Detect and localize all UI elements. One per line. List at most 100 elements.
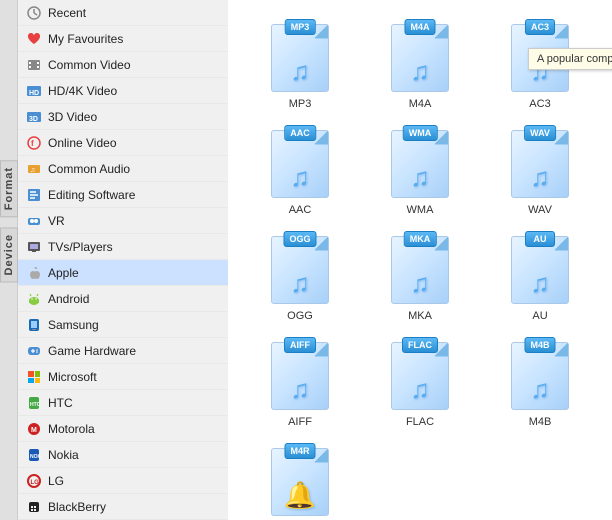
format-note-wma: ♫ [410,162,430,193]
format-badge-m4a: M4A [404,19,435,35]
game-hardware-icon [26,343,42,359]
format-label-aiff: AIFF [288,416,312,428]
svg-text:3D: 3D [29,116,38,123]
my-favourites-icon [26,31,42,47]
format-note-au: ♫ [530,268,550,299]
sidebar-item-label-common-audio: Common Audio [48,162,130,176]
htc-icon: HTC [26,395,42,411]
format-icon-mp3: MP3 ♫ [265,20,335,95]
svg-text:f: f [31,139,34,148]
left-tabs: Format Device [0,0,18,520]
sidebar-item-tvs-players[interactable]: TVs/Players [18,234,228,260]
format-label-wav: WAV [528,204,552,216]
sidebar-item-nokia[interactable]: NOK Nokia [18,442,228,468]
sidebar-item-common-video[interactable]: Common Video [18,52,228,78]
sidebar-item-apple[interactable]: Apple [18,260,228,286]
sidebar-item-hd-4k-video[interactable]: HD HD/4K Video [18,78,228,104]
format-item-m4a[interactable]: M4A ♫ M4A [362,14,478,116]
format-badge-m4b: M4B [524,337,555,353]
sidebar-item-label-my-favourites: My Favourites [48,32,123,46]
sidebar-item-label-hd-4k-video: HD/4K Video [48,84,117,98]
nokia-icon: NOK [26,447,42,463]
format-icon-wav: WAV ♫ [505,126,575,201]
format-item-wma[interactable]: WMA ♫ WMA [362,120,478,222]
sidebar-item-3d-video[interactable]: 3D3D Video [18,104,228,130]
device-tab[interactable]: Device [0,227,18,282]
format-label-flac: FLAC [406,416,434,428]
sidebar-item-htc[interactable]: HTC HTC [18,390,228,416]
sidebar-item-label-common-video: Common Video [48,58,131,72]
sidebar-item-lg[interactable]: LGLG [18,468,228,494]
sidebar-item-motorola[interactable]: MMotorola [18,416,228,442]
format-item-au[interactable]: AU ♫ AU [482,226,598,328]
format-item-aiff[interactable]: AIFF ♫ AIFF [242,332,358,434]
format-badge-m4r: M4R [284,443,315,459]
format-badge-mp3: MP3 [285,19,316,35]
microsoft-icon [26,369,42,385]
format-label-ogg: OGG [287,310,313,322]
sidebar-item-samsung[interactable]: Samsung [18,312,228,338]
format-item-m4r[interactable]: M4R 🔔 M4R [242,438,358,520]
format-icon-au: AU ♫ [505,232,575,307]
tooltip-text: A popular compression format used for au… [537,53,612,65]
sidebar-item-label-apple: Apple [48,266,79,280]
format-icon-aiff: AIFF ♫ [265,338,335,413]
format-label-ac3: AC3 [529,98,550,110]
format-item-ogg[interactable]: OGG ♫ OGG [242,226,358,328]
format-item-aac[interactable]: AAC ♫ AAC [242,120,358,222]
format-icon-aac: AAC ♫ [265,126,335,201]
format-badge-ac3: AC3 [525,19,555,35]
format-item-flac[interactable]: FLAC ♫ FLAC [362,332,478,434]
svg-text:HD: HD [29,90,39,97]
vr-icon [26,213,42,229]
sidebar-item-vr[interactable]: VR [18,208,228,234]
online-video-icon: f [26,135,42,151]
sidebar-item-label-microsoft: Microsoft [48,370,97,384]
sidebar-item-common-audio[interactable]: ♫ Common Audio [18,156,228,182]
format-icon-m4a: M4A ♫ [385,20,455,95]
sidebar-item-blackberry[interactable]: BlackBerry [18,494,228,520]
android-icon [26,291,42,307]
format-badge-mka: MKA [404,231,437,247]
format-item-wav[interactable]: WAV ♫ WAV [482,120,598,222]
svg-text:NOK: NOK [30,454,41,460]
format-icon-ogg: OGG ♫ [265,232,335,307]
sidebar-item-recent[interactable]: Recent [18,0,228,26]
format-item-m4b[interactable]: M4B ♫ M4B [482,332,598,434]
sidebar-item-editing-software[interactable]: Editing Software [18,182,228,208]
sidebar-item-android[interactable]: Android [18,286,228,312]
format-icon-m4b: M4B ♫ [505,338,575,413]
sidebar-item-label-android: Android [48,292,89,306]
format-badge-aiff: AIFF [284,337,316,353]
sidebar-item-label-online-video: Online Video [48,136,117,150]
tvs-players-icon [26,239,42,255]
sidebar-item-game-hardware[interactable]: Game Hardware [18,338,228,364]
format-item-mka[interactable]: MKA ♫ MKA [362,226,478,328]
format-icon-flac: FLAC ♫ [385,338,455,413]
recent-icon [26,5,42,21]
blackberry-icon [26,499,42,515]
format-note-flac: ♫ [410,374,430,405]
format-note-aiff: ♫ [290,374,310,405]
format-label-m4b: M4B [529,416,552,428]
3d-video-icon: 3D [26,109,42,125]
sidebar-item-label-motorola: Motorola [48,422,95,436]
editing-software-icon [26,187,42,203]
sidebar-item-label-nokia: Nokia [48,448,79,462]
sidebar-item-microsoft[interactable]: Microsoft [18,364,228,390]
format-label-au: AU [532,310,547,322]
apple-icon [26,265,42,281]
format-note-m4b: ♫ [530,374,550,405]
samsung-icon [26,317,42,333]
sidebar-list: Recent My Favourites Common Video HD HD/4K V… [18,0,228,520]
format-label-m4a: M4A [409,98,432,110]
common-audio-icon: ♫ [26,161,42,177]
sidebar-item-online-video[interactable]: f Online Video [18,130,228,156]
sidebar-item-label-htc: HTC [48,396,73,410]
format-tab[interactable]: Format [0,160,18,217]
sidebar-item-my-favourites[interactable]: My Favourites [18,26,228,52]
sidebar: Format Device Recent My Favourites Common … [0,0,228,520]
format-note-ogg: ♫ [290,268,310,299]
format-note-wav: ♫ [530,162,550,193]
format-item-mp3[interactable]: MP3 ♫ MP3 [242,14,358,116]
